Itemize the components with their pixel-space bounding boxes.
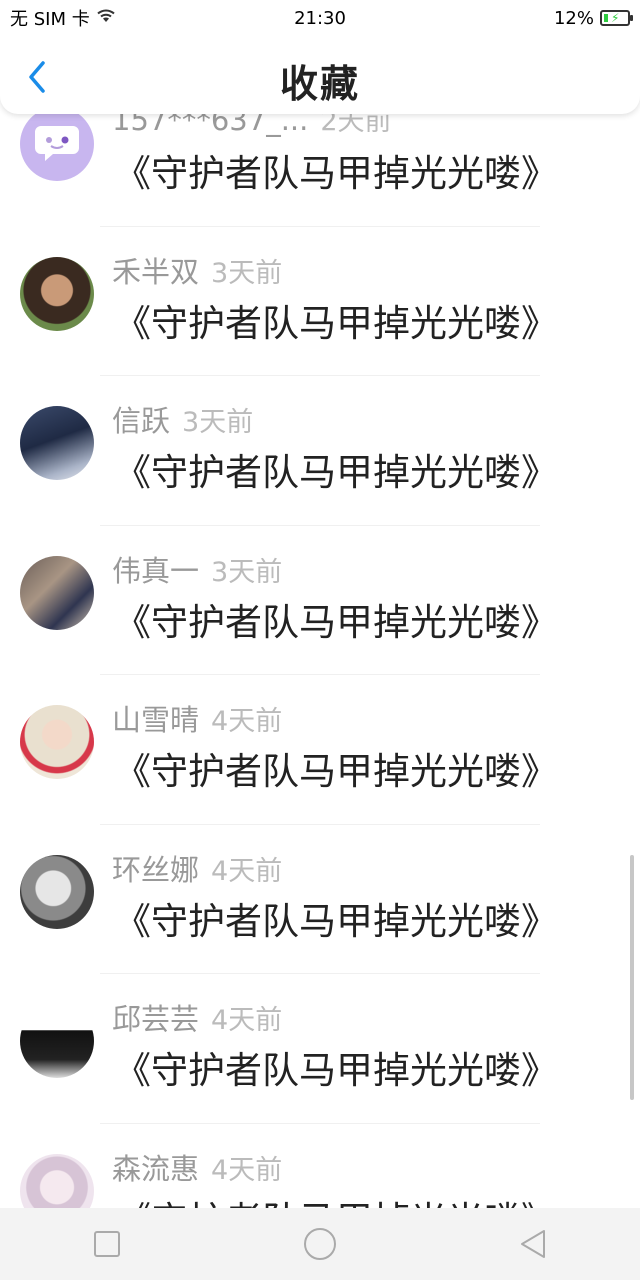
clock-text: 21:30 [294,7,346,29]
avatar[interactable] [20,555,94,630]
user-name[interactable]: 森流惠 [112,1146,199,1188]
time-ago: 2天前 [320,114,392,137]
book-title[interactable]: 《守护者队马甲掉光光喽》 [114,293,558,347]
time-ago: 4天前 [211,855,283,887]
item-meta: 山雪晴 4天前 [112,697,282,739]
book-title[interactable]: 《守护者队马甲掉光光喽》 [114,442,558,496]
status-bar: 无 SIM 卡 21:30 12% ⚡ [0,0,640,36]
home-button[interactable] [290,1214,350,1274]
book-title[interactable]: 《守护者队马甲掉光光喽》 [114,891,558,945]
list-item[interactable]: 环丝娜 4天前 《守护者队马甲掉光光喽》 [0,825,640,974]
time-ago: 3天前 [182,407,254,438]
time-ago: 3天前 [211,257,283,289]
list-item[interactable]: 邱芸芸 4天前 《守护者队马甲掉光光喽》 [0,974,640,1124]
user-name[interactable]: 环丝娜 [112,847,199,889]
user-name[interactable]: 山雪晴 [112,697,199,739]
battery-icon: ⚡ [600,10,633,26]
avatar[interactable] [20,406,94,480]
list-item[interactable]: 禾半双 3天前 《守护者队马甲掉光光喽》 [0,227,640,376]
item-meta: 邱芸芸 4天前 [112,996,282,1038]
nav-header: 收藏 [0,36,640,114]
book-title[interactable]: 《守护者队马甲掉光光喽》 [114,592,558,646]
time-ago: 4天前 [211,706,283,737]
user-name[interactable]: 禾半双 [112,249,199,291]
avatar[interactable] [20,114,94,181]
favorites-list[interactable]: 157***637_... 2天前 《守护者队马甲掉光光喽》 禾半双 3天前 《… [0,114,640,1208]
list-item[interactable]: 157***637_... 2天前 《守护者队马甲掉光光喽》 [0,114,640,227]
book-title[interactable]: 《守护者队马甲掉光光喽》 [114,143,558,197]
list-item[interactable]: 伟真一 3天前 《守护者队马甲掉光光喽》 [0,526,640,675]
item-meta: 信跃 3天前 [112,398,253,440]
avatar[interactable] [20,1004,94,1078]
triangle-back-icon [521,1230,546,1258]
square-icon [93,1231,120,1257]
book-title[interactable]: 《守护者队马甲掉光光喽》 [114,1190,558,1209]
system-nav-bar [0,1208,640,1280]
page-title: 收藏 [279,62,360,106]
back-nav-button[interactable] [503,1214,563,1274]
user-name[interactable]: 邱芸芸 [112,996,199,1038]
time-ago: 4天前 [211,1005,283,1036]
list-item[interactable]: 森流惠 4天前 《守护者队马甲掉光光喽》 [0,1124,640,1209]
list-item[interactable]: 山雪晴 4天前 《守护者队马甲掉光光喽》 [0,675,640,825]
item-meta: 157***637_... 2天前 [112,114,392,138]
item-meta: 环丝娜 4天前 [112,847,282,889]
chat-bubble-icon [35,126,79,161]
book-title[interactable]: 《守护者队马甲掉光光喽》 [114,1040,558,1094]
avatar[interactable] [20,1153,94,1208]
avatar[interactable] [20,256,94,331]
circle-icon [303,1228,336,1260]
item-meta: 森流惠 4天前 [112,1146,282,1188]
time-ago: 4天前 [211,1154,283,1186]
user-name[interactable]: 157***637_... [112,114,308,137]
user-name[interactable]: 伟真一 [112,548,199,590]
scrollbar[interactable] [630,855,634,1100]
user-name[interactable]: 信跃 [112,398,170,440]
time-ago: 3天前 [211,556,283,588]
item-meta: 伟真一 3天前 [112,548,282,590]
avatar[interactable] [20,854,94,929]
avatar[interactable] [20,705,94,779]
list-item[interactable]: 信跃 3天前 《守护者队马甲掉光光喽》 [0,376,640,526]
item-meta: 禾半双 3天前 [112,249,282,291]
book-title[interactable]: 《守护者队马甲掉光光喽》 [114,741,558,795]
recent-apps-button[interactable] [77,1214,137,1274]
